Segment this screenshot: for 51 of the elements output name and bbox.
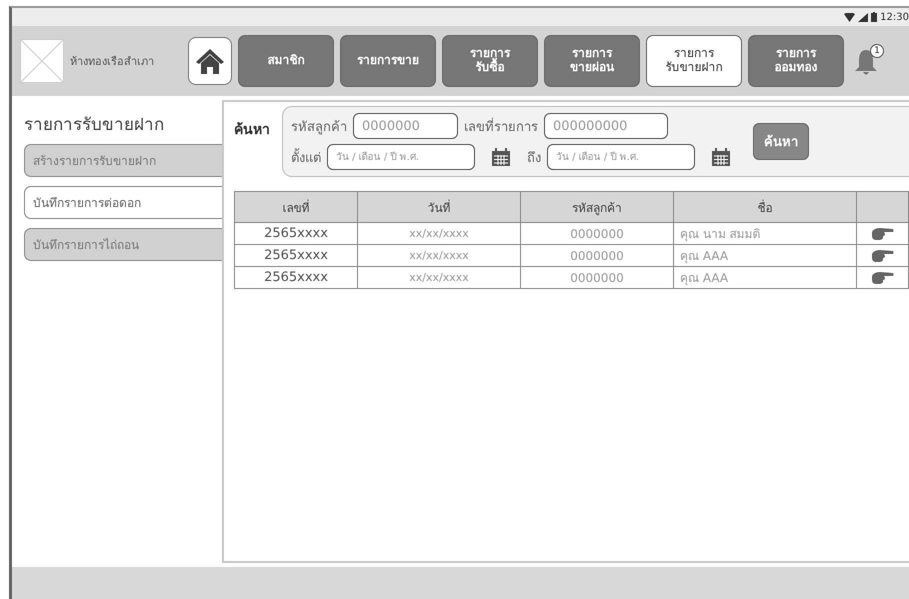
table-cell: xx/xx/xxxx	[358, 266, 520, 288]
table-cell: 2565xxxx	[234, 222, 358, 244]
sidebar-item[interactable]: บันทึกรายการไถ่ถอน	[24, 228, 222, 261]
bell-icon	[854, 48, 878, 76]
search-title: ค้นหา	[234, 121, 270, 140]
to-date-field[interactable]: วัน / เดือน / ปี พ.ศ.	[547, 144, 695, 170]
search-button[interactable]: ค้นหา	[753, 123, 809, 160]
table-cell: 0000000	[520, 244, 674, 266]
field-label: รหัสลูกค้า	[291, 118, 347, 136]
pointing-hand-icon[interactable]	[872, 248, 894, 262]
pointing-hand-icon[interactable]	[872, 226, 894, 240]
logo-placeholder-icon	[20, 39, 64, 83]
table-cell: xx/xx/xxxx	[358, 222, 520, 244]
table-cell: คุณ นาม สมมติ	[674, 222, 856, 244]
sidebar-item[interactable]: สร้างรายการรับขายฝาก	[24, 144, 222, 177]
sidebar-title: รายการรับขายฝาก	[24, 114, 165, 137]
column-header: รหัสลูกค้า	[520, 192, 674, 222]
store-name: ห้างทองเรือสำเภา	[70, 54, 155, 70]
order-number-field[interactable]: 000000000	[544, 113, 668, 139]
table-cell: คุณ AAA	[674, 244, 856, 266]
signal-icon	[858, 12, 868, 22]
home-button[interactable]	[188, 37, 232, 85]
column-header: ชื่อ	[674, 192, 856, 222]
table-cell: 0000000	[520, 266, 674, 288]
table-cell: 0000000	[520, 222, 674, 244]
sidebar-item[interactable]: บันทึกรายการต่อดอก	[24, 186, 222, 219]
nav-tab[interactable]: รายการขาย	[340, 35, 436, 87]
table-cell: xx/xx/xxxx	[358, 244, 520, 266]
column-header: วันที่	[358, 192, 520, 222]
field-label: ถึง	[527, 150, 541, 168]
table-cell: คุณ AAA	[674, 266, 856, 288]
nav-tab[interactable]: รายการ ออมทอง	[748, 35, 844, 87]
home-icon	[195, 48, 225, 74]
column-header: เลขที่	[234, 192, 358, 222]
notification-badge: 1	[870, 44, 884, 58]
from-date-field[interactable]: วัน / เดือน / ปี พ.ศ.	[327, 144, 475, 170]
pointing-hand-icon[interactable]	[872, 270, 894, 284]
table-cell: 2565xxxx	[234, 266, 358, 288]
nav-tab[interactable]: รายการ รับซื้อ	[442, 35, 538, 87]
table-cell: 2565xxxx	[234, 244, 358, 266]
wifi-icon	[844, 12, 856, 22]
field-label: เลขที่รายการ	[464, 116, 538, 136]
calendar-icon[interactable]	[491, 147, 511, 167]
customer-id-field[interactable]: 0000000	[353, 113, 458, 139]
nav-tab[interactable]: รายการ รับขายฝาก	[646, 35, 742, 87]
nav-tab[interactable]: สมาชิก	[238, 35, 334, 87]
battery-icon	[871, 12, 878, 22]
calendar-icon[interactable]	[711, 147, 731, 167]
status-time: 12:30	[880, 12, 909, 22]
nav-tab[interactable]: รายการ ขายผ่อน	[544, 35, 640, 87]
field-label: ตั้งแต่	[291, 146, 321, 168]
